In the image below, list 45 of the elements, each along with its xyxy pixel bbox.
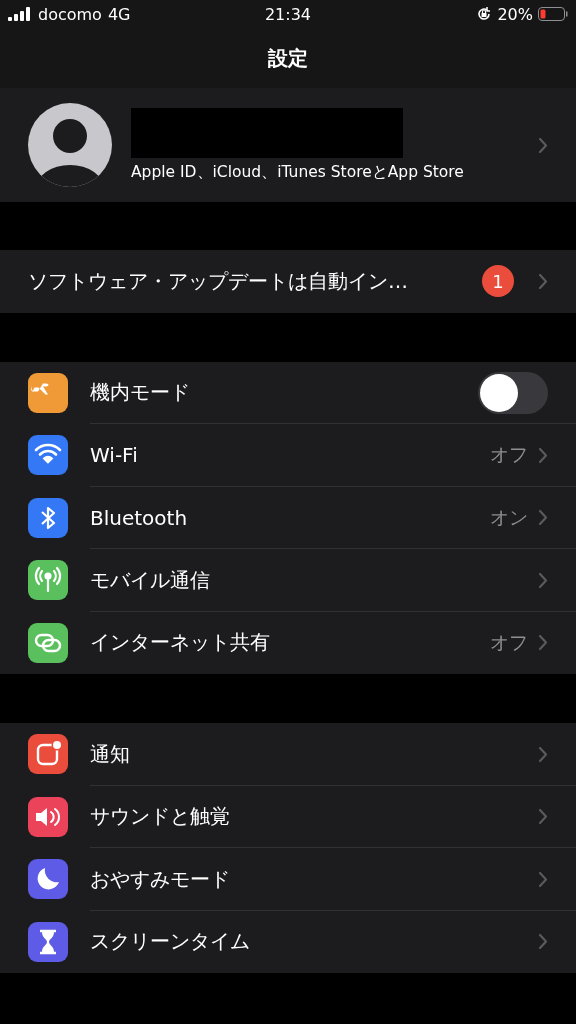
setting-label: インターネット共有 — [90, 629, 271, 657]
profile-row[interactable]: Apple ID、iCloud、iTunes StoreとApp Store — [0, 88, 576, 202]
battery-icon — [538, 7, 568, 21]
chevron-icon — [538, 446, 548, 464]
toggle-switch[interactable] — [478, 371, 548, 414]
settings-row[interactable]: モバイル通信 — [0, 549, 576, 612]
software-update-row[interactable]: ソフトウェア・アップデートは自動イン… 1 — [0, 250, 576, 313]
setting-value: オン — [490, 504, 528, 530]
chevron-icon — [538, 272, 548, 290]
notification-badge: 1 — [482, 265, 514, 298]
setting-label: Wi-Fi — [90, 443, 139, 468]
setting-value: オフ — [490, 442, 528, 468]
carrier-name: docomo — [38, 4, 102, 24]
chevron-icon — [538, 509, 548, 527]
signal-icon — [8, 7, 32, 21]
page-title: 設定 — [268, 44, 308, 72]
settings-row[interactable]: Wi-Fi オフ — [0, 424, 576, 487]
network-type: 4G — [107, 4, 131, 24]
chevron-icon — [538, 933, 548, 951]
setting-label: モバイル通信 — [90, 566, 211, 594]
settings-row[interactable]: インターネット共有 オフ — [0, 611, 576, 674]
setting-label: スクリーンタイム — [90, 928, 251, 956]
setting-label: Bluetooth — [90, 505, 189, 530]
settings-row[interactable]: 通知 — [0, 723, 576, 786]
settings-row[interactable]: おやすみモード — [0, 848, 576, 911]
settings-row[interactable]: サウンドと触覚 — [0, 785, 576, 848]
setting-label: おやすみモード — [90, 865, 231, 893]
chevron-icon — [538, 634, 548, 652]
settings-row[interactable]: Bluetooth オン — [0, 486, 576, 549]
setting-label: サウンドと触覚 — [90, 803, 231, 831]
setting-label: 機内モード — [90, 379, 191, 407]
rotation-lock-icon — [476, 6, 493, 22]
setting-value: オフ — [490, 629, 528, 655]
battery-percent: 20% — [497, 4, 533, 24]
chevron-icon — [538, 745, 548, 763]
chevron-icon — [538, 136, 548, 154]
settings-row[interactable]: 機内モード — [0, 361, 576, 424]
update-label: ソフトウェア・アップデートは自動イン… — [28, 267, 409, 295]
settings-row[interactable]: スクリーンタイム — [0, 910, 576, 973]
chevron-icon — [538, 571, 548, 589]
chevron-icon — [538, 808, 548, 826]
clock-time: 21:34 — [263, 4, 313, 24]
setting-label: 通知 — [90, 740, 131, 768]
chevron-icon — [538, 870, 548, 888]
profile-subtitle: Apple ID、iCloud、iTunes StoreとApp Store — [131, 161, 465, 183]
